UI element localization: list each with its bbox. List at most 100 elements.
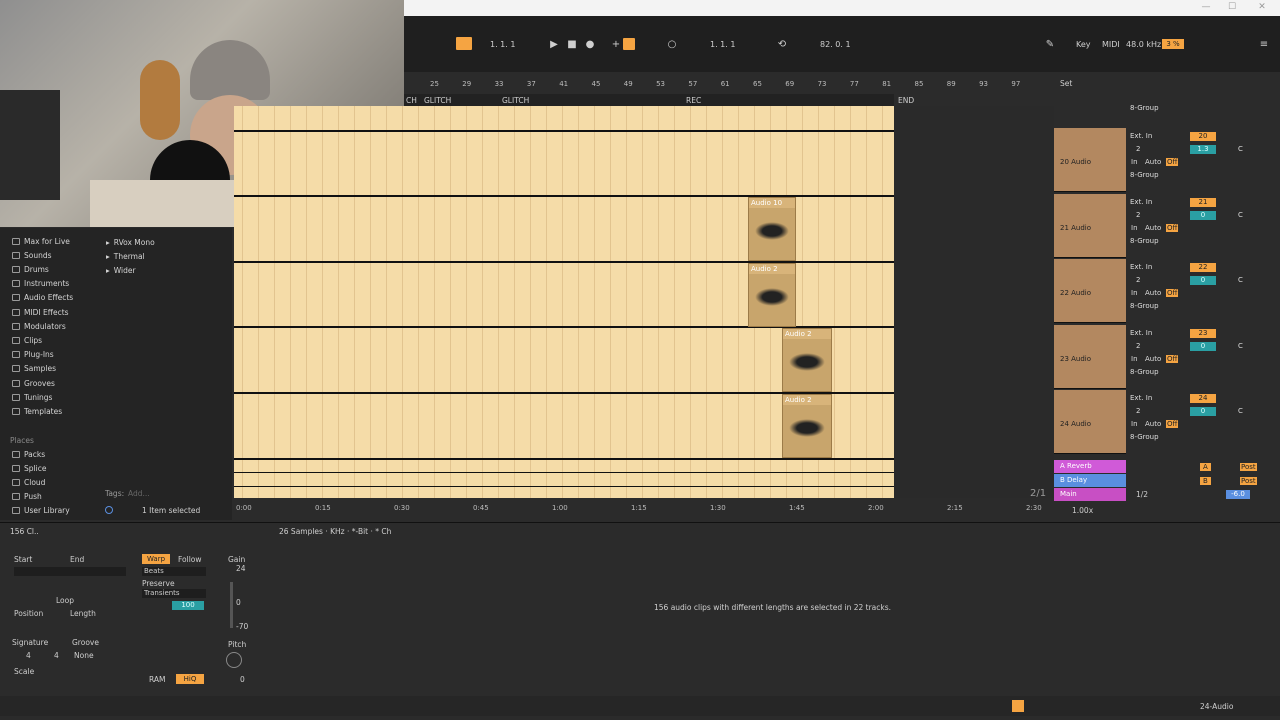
browser-category[interactable]: Tunings [12, 391, 52, 403]
monitor-in[interactable]: In [1131, 289, 1138, 297]
warp-mode-select[interactable]: Beats [142, 567, 206, 576]
preserve-select[interactable]: Transients [142, 589, 206, 598]
ram-toggle[interactable]: RAM [149, 675, 166, 684]
loop-toggle[interactable]: Loop [56, 596, 74, 605]
tags-input[interactable]: Add... [128, 489, 150, 498]
browser-item[interactable]: ▸ Thermal [106, 250, 145, 262]
track-indicator-icon[interactable] [1012, 700, 1024, 712]
midi-map-button[interactable]: MIDI [1102, 40, 1120, 49]
follow-toggle[interactable]: Follow [178, 555, 202, 564]
gain-slider[interactable] [230, 582, 233, 628]
audio-clip[interactable]: Audio 10 [748, 197, 796, 261]
monitor-auto[interactable]: Auto [1145, 224, 1161, 232]
return-letter[interactable]: B [1200, 477, 1211, 485]
monitor-off[interactable]: Off [1166, 289, 1179, 298]
track-number[interactable]: 22 [1190, 263, 1216, 273]
browser-category[interactable]: Instruments [12, 278, 69, 290]
arrangement-position[interactable]: 1. 1. 1 [490, 40, 515, 49]
monitor-in[interactable]: In [1131, 355, 1138, 363]
time-ruler[interactable] [234, 502, 1064, 514]
track-header[interactable]: 20 Audio [1054, 128, 1126, 192]
locator-rec[interactable]: REC [686, 96, 701, 105]
locator-end[interactable]: END [898, 96, 914, 105]
return-letter[interactable]: A [1200, 463, 1211, 471]
main-ratio[interactable]: 1/2 [1136, 490, 1148, 499]
track-volume[interactable]: 0 [1190, 210, 1216, 220]
menu-icon[interactable]: ≡ [1258, 38, 1270, 50]
monitor-auto[interactable]: Auto [1145, 158, 1161, 166]
browser-category[interactable]: MIDI Effects [12, 306, 69, 318]
track-volume[interactable]: 0 [1190, 276, 1216, 286]
overdub-icon[interactable]: + [610, 38, 622, 50]
browser-category[interactable]: Samples [12, 363, 56, 375]
hiq-toggle[interactable]: HiQ [176, 674, 204, 684]
places-item[interactable]: Splice [12, 462, 46, 474]
audio-clip[interactable]: Audio 2 [748, 263, 796, 327]
pitch-value[interactable]: 0 [240, 675, 245, 684]
loop-icon[interactable]: ⟲ [776, 38, 788, 50]
places-item[interactable]: Push [12, 491, 42, 503]
play-icon[interactable]: ▶ [548, 38, 560, 50]
zoom-level[interactable]: 1.00x [1072, 506, 1093, 515]
input-channel[interactable]: 2 [1136, 276, 1140, 284]
browser-category[interactable]: Drums [12, 263, 49, 275]
signature-numerator[interactable]: 4 [26, 651, 31, 660]
minimize-icon[interactable]: — [1200, 2, 1212, 13]
track-header[interactable]: 22 Audio [1054, 259, 1126, 324]
record-icon[interactable]: ● [584, 38, 596, 50]
track-number[interactable]: 24 [1190, 394, 1216, 404]
browser-category[interactable]: Modulators [12, 320, 66, 332]
locator-glitch-2[interactable]: GLITCH [502, 96, 529, 105]
input-type[interactable]: Ext. In [1130, 394, 1152, 402]
metronome-icon[interactable]: ○ [666, 38, 678, 50]
return-track[interactable]: A Reverb [1054, 460, 1126, 473]
track-volume[interactable]: 0 [1190, 407, 1216, 417]
monitor-auto[interactable]: Auto [1145, 355, 1161, 363]
browser-category[interactable]: Templates [12, 405, 62, 417]
places-item[interactable]: User Library [12, 505, 70, 517]
end-field[interactable] [70, 567, 126, 576]
output-group[interactable]: 8-Group [1130, 302, 1159, 310]
track-number[interactable]: 21 [1190, 197, 1216, 207]
browser-category[interactable]: Audio Effects [12, 292, 73, 304]
monitor-off[interactable]: Off [1166, 354, 1179, 363]
warp-toggle[interactable]: Warp [142, 554, 170, 564]
locator-glitch-1[interactable]: GLITCH [424, 96, 451, 105]
return-track[interactable]: B Delay [1054, 474, 1126, 487]
track-number[interactable]: 20 [1190, 132, 1216, 141]
output-group[interactable]: 8-Group [1130, 104, 1159, 112]
key-map-button[interactable]: Key [1076, 40, 1091, 49]
input-channel[interactable]: 2 [1136, 342, 1140, 350]
track-header[interactable]: 21 Audio [1054, 193, 1126, 258]
monitor-off[interactable]: Off [1166, 420, 1179, 429]
output-group[interactable]: 8-Group [1130, 171, 1159, 179]
tempo-field[interactable]: 82. 0. 1 [820, 40, 851, 49]
follow-icon[interactable] [456, 37, 472, 50]
track-number[interactable]: 23 [1190, 328, 1216, 338]
audio-clip[interactable]: Audio 2 [782, 328, 832, 392]
arrangement-empty-area[interactable] [894, 106, 1054, 498]
output-group[interactable]: 8-Group [1130, 237, 1159, 245]
browser-category[interactable]: Plug-Ins [12, 349, 54, 361]
return-track[interactable]: Main [1054, 488, 1126, 501]
signature-denominator[interactable]: 4 [54, 651, 59, 660]
pitch-knob[interactable] [226, 652, 242, 668]
monitor-off[interactable]: Off [1166, 223, 1179, 232]
output-group[interactable]: 8-Group [1130, 368, 1159, 376]
post-toggle[interactable]: Post [1240, 477, 1257, 485]
input-channel[interactable]: 2 [1136, 211, 1140, 219]
input-type[interactable]: Ext. In [1130, 198, 1152, 206]
browser-category[interactable]: Grooves [12, 377, 55, 389]
locator-ch[interactable]: CH [406, 96, 417, 105]
track-volume[interactable]: 0 [1190, 341, 1216, 351]
input-channel[interactable]: 2 [1136, 407, 1140, 415]
close-icon[interactable]: ✕ [1256, 2, 1268, 13]
main-volume[interactable]: -6.0 [1226, 490, 1250, 499]
input-type[interactable]: Ext. In [1130, 132, 1152, 140]
transient-envelope[interactable]: 100 [172, 601, 204, 610]
track-pan[interactable]: C [1238, 211, 1243, 219]
track-header[interactable]: 23 Audio [1054, 324, 1126, 389]
preview-icon[interactable] [105, 506, 113, 514]
output-group[interactable]: 8-Group [1130, 433, 1159, 441]
track-pan[interactable]: C [1238, 145, 1243, 153]
